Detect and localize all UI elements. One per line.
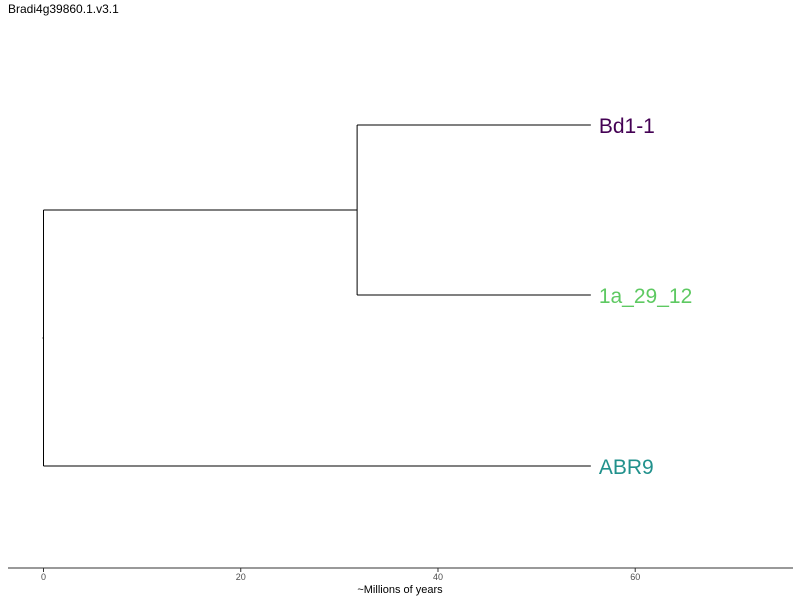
leaf-label: 1a_29_12 — [599, 285, 692, 308]
dendrogram-plot: Bd1-1 1a_29_12 ABR9 0 20 40 60 ~Millions of y… — [8, 115, 793, 596]
branches-group — [42, 124, 591, 467]
leaf-labels-group: Bd1-1 1a_29_12 ABR9 — [599, 115, 692, 479]
x-tick-label: 60 — [630, 572, 640, 582]
x-axis-label: ~Millions of years — [357, 584, 443, 596]
leaf-label: Bd1-1 — [599, 115, 655, 138]
x-tick-label: 20 — [236, 572, 246, 582]
leaf-label: ABR9 — [599, 456, 654, 479]
x-tick-label: 40 — [433, 572, 443, 582]
x-axis-ticks: 0 20 40 60 — [41, 568, 640, 582]
x-tick-label: 0 — [41, 572, 46, 582]
